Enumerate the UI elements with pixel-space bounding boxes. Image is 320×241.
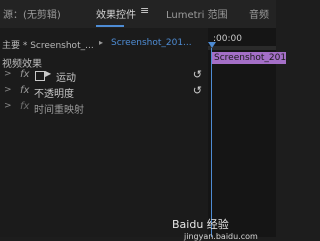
fx-toggle-icon: fx (20, 101, 30, 112)
effect-label-time-remapping: 时间重映射 (34, 105, 84, 116)
timecode-readout: :00:00 (213, 34, 242, 44)
effect-label-motion: 运动 (56, 73, 76, 84)
tab-source[interactable]: 源：(无剪辑) (3, 6, 61, 21)
chevron-right-icon[interactable]: > (4, 85, 12, 95)
caret-icon: ▸ (99, 38, 104, 47)
chevron-right-icon[interactable]: > (4, 101, 12, 111)
tab-effect-controls[interactable]: 效果控件 (96, 6, 136, 27)
effect-row-opacity[interactable]: > fx 不透明度 ↺ (0, 84, 208, 100)
panel-menu-icon[interactable]: ≡ (140, 4, 149, 17)
transform-box-icon[interactable] (35, 71, 45, 81)
watermark-text: Baidu 经验 (172, 218, 229, 231)
reset-icon[interactable]: ↺ (193, 84, 202, 97)
effect-label-opacity: 不透明度 (34, 89, 74, 100)
tab-audio[interactable]: 音频 (249, 6, 269, 21)
panel-tab-bar: 源：(无剪辑) 效果控件 ≡ Lumetri 范围 音频 (0, 0, 276, 28)
effect-row-time-remapping[interactable]: > fx 时间重映射 (0, 100, 208, 116)
timeline-clip[interactable]: Screenshot_201... (212, 52, 286, 64)
chevron-right-icon[interactable]: > (4, 69, 12, 79)
mini-timeline[interactable]: :00:00 Screenshot_201... (208, 28, 286, 237)
effect-controls-panel: 主要 * Screenshot_... ▸ Screenshot_201... … (0, 28, 286, 241)
effect-row-motion[interactable]: > fx ▶ 运动 ↺ (0, 68, 208, 84)
tab-lumetri-scopes[interactable]: Lumetri 范围 (166, 6, 228, 21)
time-ruler[interactable] (208, 46, 276, 50)
playhead-icon[interactable] (208, 42, 216, 48)
clip-header: 主要 * Screenshot_... ▸ Screenshot_201... (0, 36, 209, 52)
play-arrow-icon: ▶ (45, 69, 52, 78)
fx-toggle-icon[interactable]: fx (20, 69, 29, 80)
reset-icon[interactable]: ↺ (193, 68, 202, 81)
playhead-line[interactable] (211, 48, 212, 237)
baidu-watermark: Baidu 经验 jingyan.baidu.com (172, 216, 258, 241)
master-clip-label[interactable]: 主要 * Screenshot_... (2, 38, 94, 51)
sequence-clip-label[interactable]: Screenshot_201... (111, 38, 192, 48)
fx-toggle-icon[interactable]: fx (20, 85, 29, 96)
